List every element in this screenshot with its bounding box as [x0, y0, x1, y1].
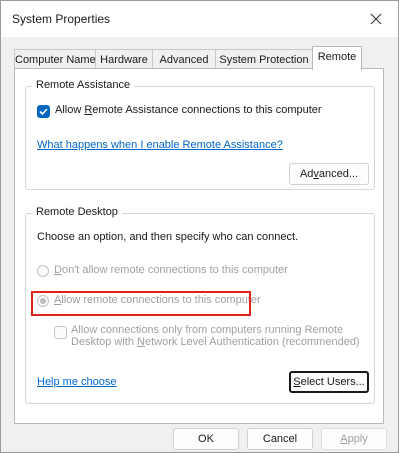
checkmark-icon — [39, 108, 48, 116]
tab-label: Computer Name — [15, 54, 96, 66]
remote-desktop-instruction: Choose an option, and then specify who c… — [37, 231, 299, 243]
cancel-button[interactable]: Cancel — [247, 428, 313, 450]
title-bar: System Properties — [1, 1, 398, 37]
allow-remote-assistance-checkbox[interactable] — [37, 105, 50, 118]
tab-system-protection[interactable]: System Protection — [215, 49, 313, 69]
apply-label: Apply — [340, 433, 368, 445]
help-me-choose-link[interactable]: Help me choose — [37, 376, 117, 388]
dont-allow-radio[interactable] — [37, 265, 49, 277]
dont-allow-label[interactable]: Don't allow remote connections to this c… — [54, 264, 288, 276]
ok-button[interactable]: OK — [173, 428, 239, 450]
tab-advanced[interactable]: Advanced — [152, 49, 216, 69]
window-title: System Properties — [12, 12, 111, 26]
tab-remote[interactable]: Remote — [312, 46, 362, 70]
advanced-button[interactable]: Advanced... — [289, 163, 369, 185]
close-button[interactable] — [354, 1, 398, 37]
remote-desktop-group: Remote Desktop Choose an option, and the… — [25, 206, 375, 404]
remote-assistance-help-link[interactable]: What happens when I enable Remote Assist… — [37, 139, 283, 151]
tab-computer-name[interactable]: Computer Name — [14, 49, 96, 69]
remote-assistance-title: Remote Assistance — [32, 79, 135, 91]
allow-remote-label[interactable]: Allow remote connections to this compute… — [54, 294, 261, 306]
apply-button[interactable]: Apply — [321, 428, 387, 450]
remote-assistance-group: Remote Assistance Allow Remote Assistanc… — [25, 79, 375, 190]
cancel-label: Cancel — [262, 433, 298, 445]
close-icon — [370, 13, 382, 25]
tab-label: Advanced — [159, 54, 209, 66]
tab-label: Remote — [317, 51, 357, 63]
tab-label: System Protection — [219, 54, 309, 66]
remote-desktop-title: Remote Desktop — [32, 206, 122, 218]
select-users-label: Select Users... — [293, 376, 365, 388]
advanced-button-label: Advanced... — [299, 168, 359, 180]
allow-remote-radio[interactable] — [37, 295, 49, 307]
tab-label: Hardware — [100, 54, 148, 66]
nla-label[interactable]: Allow connections only from computers ru… — [71, 324, 360, 348]
select-users-button[interactable]: Select Users... — [289, 371, 369, 393]
remote-tab-panel: Remote Assistance Allow Remote Assistanc… — [14, 68, 384, 424]
dialog-footer: OK Cancel Apply — [1, 425, 398, 452]
nla-checkbox[interactable] — [54, 326, 67, 339]
ok-label: OK — [198, 433, 214, 445]
allow-remote-assistance-label[interactable]: Allow Remote Assistance connections to t… — [55, 104, 322, 116]
tab-hardware[interactable]: Hardware — [95, 49, 153, 69]
system-properties-window: System Properties Computer Name Hardware… — [0, 0, 399, 453]
